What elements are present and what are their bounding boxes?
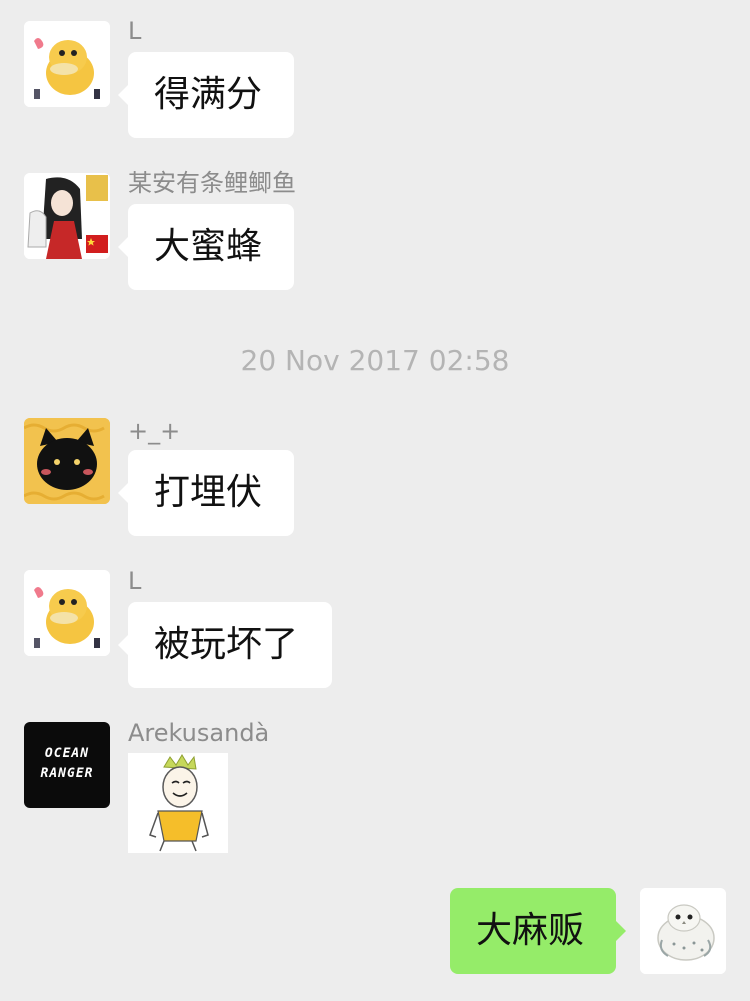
avatar-text-line: OCEAN <box>44 746 90 761</box>
message-bubble[interactable]: 被玩坏了 <box>118 602 332 688</box>
message-bubble[interactable]: 得满分 <box>118 52 294 138</box>
avatar-ocean-ranger-icon[interactable]: OCEAN RANGER <box>24 722 110 808</box>
avatar-snowy-owl-icon[interactable] <box>640 888 726 974</box>
avatar-psyduck-icon[interactable] <box>24 21 110 107</box>
avatar-psyduck-icon[interactable] <box>24 570 110 656</box>
sender-name: Arekusandà <box>128 719 270 747</box>
avatar-black-cat-icon[interactable] <box>24 418 110 504</box>
avatar-girl-flag-icon[interactable] <box>24 173 110 259</box>
chat-message-list: L 得满分 某安有条鲤鲫鱼 大蜜蜂 20 Nov 2017 02:58 +_+ … <box>0 0 750 1001</box>
message-bubble[interactable]: 打埋伏 <box>118 450 294 536</box>
avatar-text-line: RANGER <box>40 766 94 781</box>
sender-name: L <box>128 17 142 45</box>
chat-timestamp: 20 Nov 2017 02:58 <box>240 344 510 377</box>
outgoing-message-bubble[interactable]: 大麻贩 <box>450 888 626 974</box>
message-bubble[interactable]: 大蜜蜂 <box>118 204 294 290</box>
sender-name: +_+ <box>128 417 181 445</box>
sender-name: L <box>128 567 142 595</box>
sender-name: 某安有条鲤鲫鱼 <box>128 169 296 197</box>
meme-sticker-icon[interactable] <box>128 753 228 853</box>
